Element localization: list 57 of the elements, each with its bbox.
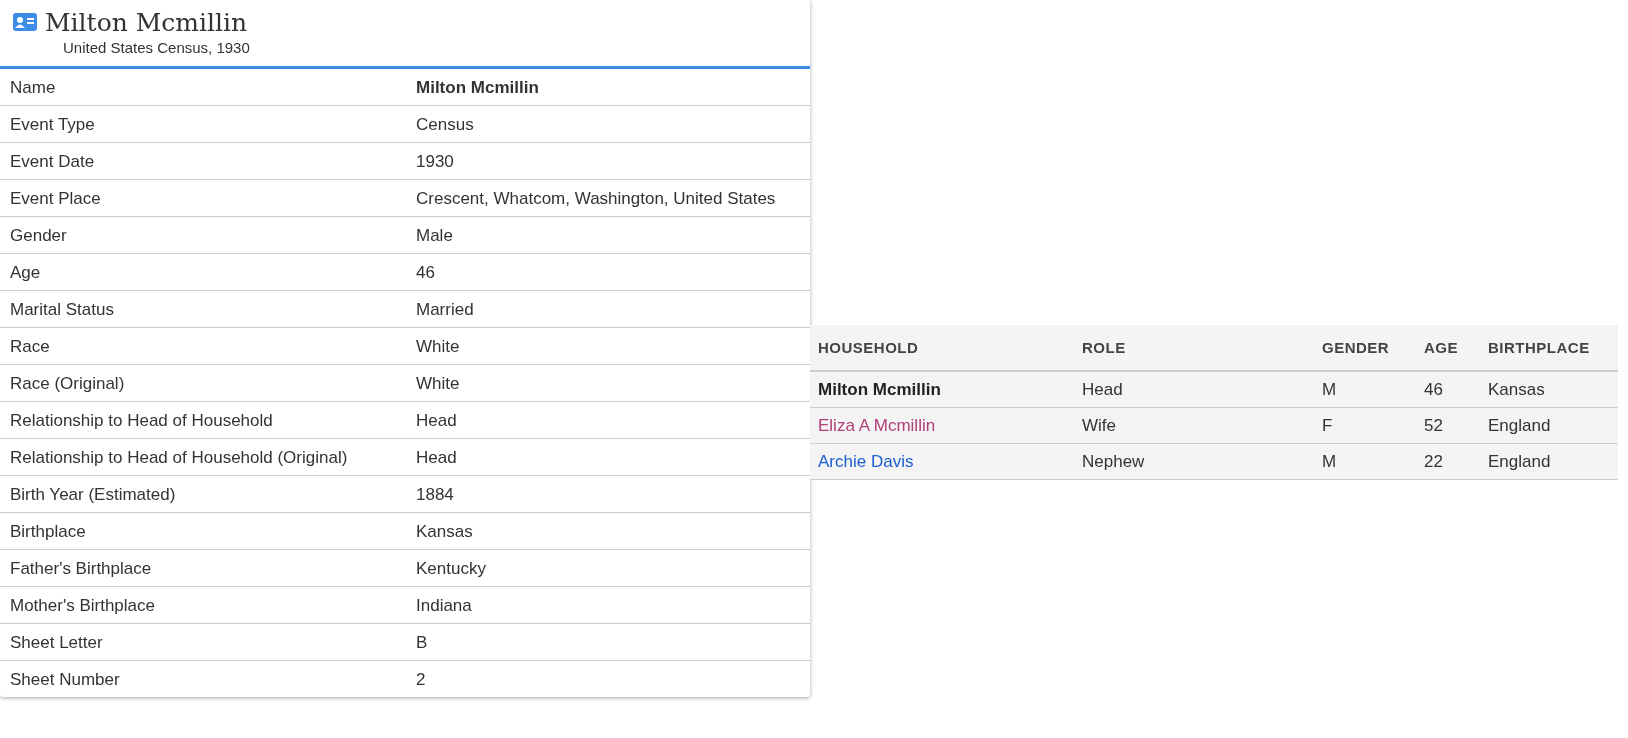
field-value: 1884 <box>416 484 455 505</box>
field-label: Event Date <box>10 151 96 172</box>
field-label: Sheet Letter <box>10 632 104 653</box>
field-label: Event Place <box>10 188 102 209</box>
field-label: Race (Original) <box>10 373 126 394</box>
field-value: Male <box>416 225 454 246</box>
field-label: Age <box>10 262 42 283</box>
table-cell: F <box>1314 407 1416 444</box>
person-link[interactable]: Eliza A Mcmillin <box>810 407 1074 444</box>
table-cell: M <box>1314 443 1416 480</box>
field-value: Milton Mcmillin <box>416 77 540 98</box>
field-label: Race <box>10 336 51 357</box>
column-header: HOUSEHOLD <box>810 325 1074 371</box>
table-cell: England <box>1480 443 1618 480</box>
field-value: White <box>416 336 461 357</box>
field-value: 1930 <box>416 151 455 172</box>
field-value: White <box>416 373 461 394</box>
field-label: Name <box>10 77 57 98</box>
column-header: BIRTHPLACE <box>1480 325 1618 371</box>
field-value: B <box>416 632 429 653</box>
table-cell: M <box>1314 371 1416 408</box>
record-subtitle: United States Census, 1930 <box>63 38 250 58</box>
field-value: 46 <box>416 262 436 283</box>
table-cell: Wife <box>1074 407 1314 444</box>
record-title: Milton Mcmillin <box>45 8 249 38</box>
person-name: Milton Mcmillin <box>810 371 1074 408</box>
field-value: Kentucky <box>416 558 487 579</box>
field-value: Head <box>416 447 458 468</box>
field-value: 2 <box>416 669 427 690</box>
table-cell: 52 <box>1416 407 1480 444</box>
field-label: Mother's Birthplace <box>10 595 156 616</box>
field-label: Sheet Number <box>10 669 121 690</box>
table-cell: 46 <box>1416 371 1480 408</box>
column-header: ROLE <box>1074 325 1314 371</box>
field-value: Crescent, Whatcom, Washington, United States <box>416 188 777 209</box>
person-card-icon <box>12 12 38 34</box>
field-label: Father's Birthplace <box>10 558 153 579</box>
field-value: Kansas <box>416 521 474 542</box>
field-value: Married <box>416 299 475 320</box>
field-label: Relationship to Head of Household (Original) <box>10 447 349 468</box>
person-link[interactable]: Archie Davis <box>810 443 1074 480</box>
field-label: Gender <box>10 225 68 246</box>
field-label: Event Type <box>10 114 96 135</box>
table-cell: England <box>1480 407 1618 444</box>
field-label: Marital Status <box>10 299 115 320</box>
column-header: AGE <box>1416 325 1480 371</box>
table-cell: Nephew <box>1074 443 1314 480</box>
field-label: Birth Year (Estimated) <box>10 484 177 505</box>
field-label: Birthplace <box>10 521 87 542</box>
field-value: Census <box>416 114 475 135</box>
table-cell: 22 <box>1416 443 1480 480</box>
table-cell: Kansas <box>1480 371 1618 408</box>
field-value: Head <box>416 410 458 431</box>
field-value: Indiana <box>416 595 473 616</box>
column-header: GENDER <box>1314 325 1416 371</box>
table-cell: Head <box>1074 371 1314 408</box>
field-label: Relationship to Head of Household <box>10 410 274 431</box>
